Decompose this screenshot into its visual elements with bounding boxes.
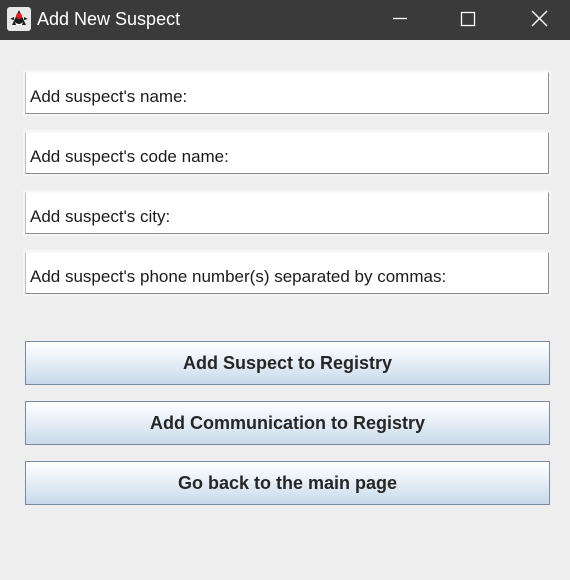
suspect-phone-field[interactable]: Add suspect's phone number(s) separated … [25, 252, 549, 294]
suspect-name-label: Add suspect's name: [30, 87, 188, 106]
add-suspect-button[interactable]: Add Suspect to Registry [25, 341, 550, 385]
java-duke-icon [7, 7, 31, 31]
close-button[interactable] [511, 0, 567, 40]
add-new-suspect-window: Add New Suspect Add suspect's name: Add … [0, 0, 570, 580]
go-back-button[interactable]: Go back to the main page [25, 461, 550, 505]
minimize-button[interactable] [372, 0, 428, 40]
maximize-button[interactable] [440, 0, 496, 40]
suspect-city-label: Add suspect's city: [30, 207, 171, 226]
add-communication-button[interactable]: Add Communication to Registry [25, 401, 550, 445]
suspect-codename-field[interactable]: Add suspect's code name: [25, 132, 549, 174]
suspect-codename-label: Add suspect's code name: [30, 147, 229, 166]
minimize-icon [393, 17, 407, 20]
suspect-name-field[interactable]: Add suspect's name: [25, 72, 549, 114]
suspect-city-field[interactable]: Add suspect's city: [25, 192, 549, 234]
maximize-icon [460, 11, 476, 27]
title-bar[interactable]: Add New Suspect [0, 0, 570, 40]
window-title: Add New Suspect [37, 9, 181, 29]
close-icon [531, 10, 548, 27]
suspect-phone-label: Add suspect's phone number(s) separated … [30, 267, 447, 286]
